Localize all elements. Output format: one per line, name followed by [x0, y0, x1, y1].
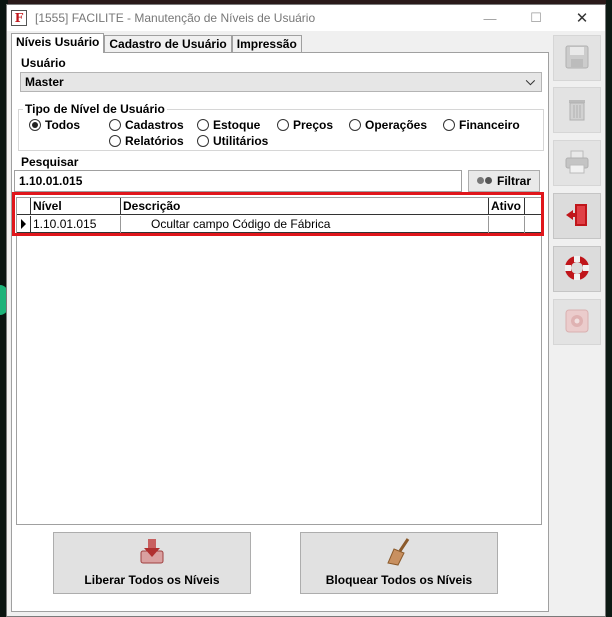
grid-header-descricao[interactable]: Descrição [121, 198, 489, 215]
lifebuoy-icon [562, 253, 592, 286]
pesquisar-label: Pesquisar [21, 155, 79, 169]
radio-precos[interactable]: Preços [277, 118, 333, 132]
tipo-nivel-group: Tipo de Nível de Usuário Todos Cadastros… [18, 102, 544, 151]
radio-financeiro[interactable]: Financeiro [443, 118, 520, 132]
radio-circle-icon[interactable] [109, 119, 121, 131]
tab-niveis-usuario[interactable]: Níveis Usuário [11, 33, 105, 53]
window-controls: — ☐ ✕ [467, 5, 605, 31]
radio-circle-icon[interactable] [197, 119, 209, 131]
niveis-grid[interactable]: Nível Descrição Ativo 1.10.01.015 Oculta… [16, 197, 542, 525]
grid-header-indicator [17, 198, 31, 215]
print-button[interactable] [553, 140, 601, 186]
main-window: F [1555] FACILITE - Manutenção de Níveis… [6, 4, 606, 617]
radio-todos[interactable]: Todos [29, 118, 80, 132]
cell-ativo[interactable] [489, 216, 525, 233]
chevron-down-icon[interactable]: ⌵ [526, 74, 535, 89]
grid-header-ativo[interactable]: Ativo [489, 198, 525, 215]
tab-strip: Níveis Usuário Cadastro de Usuário Impre… [11, 33, 302, 53]
download-tray-icon [137, 537, 167, 567]
save-button[interactable] [553, 35, 601, 81]
maximize-button[interactable]: ☐ [513, 5, 559, 31]
grid-header-nivel[interactable]: Nível [31, 198, 121, 215]
filtrar-button[interactable]: Filtrar [468, 170, 540, 192]
trash-icon [563, 95, 591, 126]
broom-icon [384, 537, 414, 567]
radio-circle-icon[interactable] [349, 119, 361, 131]
radio-circle-icon[interactable] [109, 135, 121, 147]
binoculars-icon [476, 175, 493, 187]
title-bar[interactable]: F [1555] FACILITE - Manutenção de Níveis… [7, 5, 605, 31]
radio-utilitarios[interactable]: Utilitários [197, 134, 268, 148]
liberar-todos-button[interactable]: Liberar Todos os Níveis [53, 532, 251, 594]
tipo-nivel-legend: Tipo de Nível de Usuário [23, 102, 167, 116]
bloquear-todos-button[interactable]: Bloquear Todos os Níveis [300, 532, 498, 594]
cell-nivel[interactable]: 1.10.01.015 [31, 216, 121, 233]
help-button[interactable] [553, 246, 601, 292]
save-icon [563, 43, 591, 74]
table-row[interactable]: 1.10.01.015 Ocultar campo Código de Fábr… [17, 216, 541, 233]
tab-impressao[interactable]: Impressão [231, 35, 302, 53]
radio-circle-icon[interactable] [197, 135, 209, 147]
grid-header: Nível Descrição Ativo [17, 198, 541, 215]
radio-cadastros[interactable]: Cadastros [109, 118, 184, 132]
exit-button[interactable] [553, 193, 601, 239]
minimize-button[interactable]: — [467, 5, 513, 31]
window-title: [1555] FACILITE - Manutenção de Níveis d… [35, 11, 316, 25]
exit-door-icon [563, 201, 591, 232]
app-logo-icon[interactable]: F [11, 10, 27, 26]
radio-estoque[interactable]: Estoque [197, 118, 260, 132]
close-button[interactable]: ✕ [559, 5, 605, 31]
usuario-selected-value: Master [25, 75, 64, 89]
radio-operacoes[interactable]: Operações [349, 118, 427, 132]
radio-circle-icon[interactable] [277, 119, 289, 131]
usuario-label: Usuário [21, 56, 66, 70]
background-strip-right [606, 0, 612, 617]
radio-circle-icon[interactable] [29, 119, 41, 131]
pesquisar-input[interactable]: 1.10.01.015 [14, 170, 462, 192]
delete-button[interactable] [553, 87, 601, 133]
usuario-select[interactable]: Master ⌵ [20, 72, 542, 92]
printer-icon [563, 148, 591, 179]
settings-button[interactable] [553, 299, 601, 345]
tab-cadastro-usuario[interactable]: Cadastro de Usuário [104, 35, 232, 53]
settings-gear-icon [563, 307, 591, 338]
radio-circle-icon[interactable] [443, 119, 455, 131]
tab-panel-niveis: Usuário Master ⌵ Tipo de Nível de Usuári… [11, 52, 549, 612]
radio-relatorios[interactable]: Relatórios [109, 134, 184, 148]
cell-descricao[interactable]: Ocultar campo Código de Fábrica [121, 216, 489, 233]
row-pointer-icon [17, 216, 31, 232]
